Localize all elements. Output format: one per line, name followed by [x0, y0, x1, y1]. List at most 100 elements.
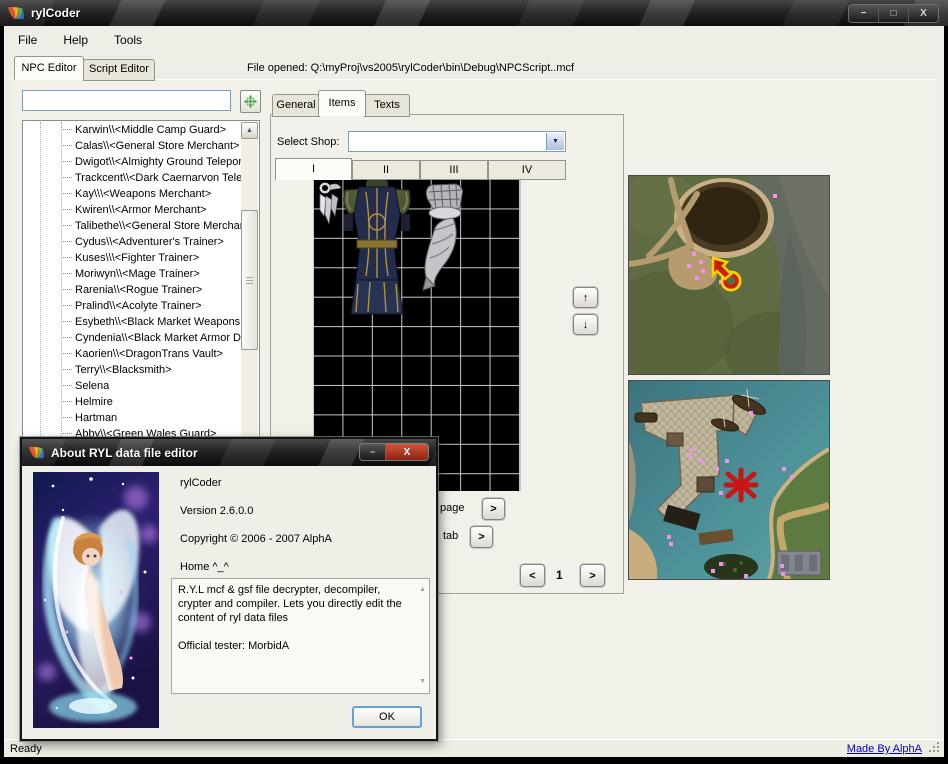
made-by-link[interactable]: Made By AlphA — [847, 743, 922, 755]
shop-select[interactable]: ▼ — [348, 131, 566, 152]
about-description-box[interactable]: R.Y.L mcf & gsf file decrypter, decompil… — [171, 578, 430, 694]
shop-tab-1[interactable]: I — [275, 158, 352, 180]
tab-texts[interactable]: Texts — [364, 94, 410, 117]
npc-tree-item[interactable]: Trackcent\\<Dark Caernarvon Tele — [24, 170, 242, 186]
about-version: Version 2.6.0.0 — [180, 505, 253, 517]
about-character-image — [33, 472, 159, 728]
maximize-button[interactable]: □ — [878, 5, 908, 22]
copy-tab-next-button[interactable]: > — [470, 526, 493, 548]
about-description: R.Y.L mcf & gsf file decrypter, decompil… — [178, 583, 415, 625]
titlebar[interactable]: rylCoder — [0, 0, 948, 26]
npc-tree-item[interactable]: Kwiren\\<Armor Merchant> — [24, 202, 242, 218]
app-logo-icon — [28, 446, 45, 460]
npc-tree-item[interactable]: Dwigot\\<Almighty Ground Teleport — [24, 154, 242, 170]
menu-bar: File Help Tools — [14, 31, 146, 49]
shop-tab-2[interactable]: II — [352, 160, 420, 180]
tab-npc-editor[interactable]: NPC Editor — [14, 56, 84, 80]
npc-tree-item-label: Helmire — [75, 396, 113, 408]
npc-tree-item[interactable]: Kay\\\<Weapons Merchant> — [24, 186, 242, 202]
app-window: rylCoder − □ X FileHelpTools NPC Editor … — [0, 0, 948, 764]
menu-item[interactable]: File — [14, 31, 41, 49]
scroll-up-icon[interactable]: ▲ — [419, 583, 426, 597]
tree-connector-icon — [61, 209, 72, 213]
page-number: 1 — [556, 568, 563, 582]
npc-tree-item-label: Kuses\\\<Fighter Trainer> — [75, 252, 199, 264]
ok-button[interactable]: OK — [352, 706, 422, 728]
scroll-down-icon[interactable]: ▼ — [419, 675, 426, 689]
about-close-button[interactable]: X — [385, 444, 428, 460]
tree-connector-icon — [61, 369, 72, 373]
npc-tree-item-label: Esybeth\\<Black Market Weapons I — [75, 316, 242, 328]
about-minimize-button[interactable]: − — [360, 444, 385, 460]
npc-tree-item[interactable]: Moriwyn\\<Mage Trainer> — [24, 266, 242, 282]
resize-grip[interactable] — [937, 742, 939, 744]
tab-script-editor[interactable]: Script Editor — [83, 59, 155, 81]
map-terrain-image[interactable] — [628, 175, 830, 375]
map-harbor-image[interactable] — [628, 380, 830, 580]
npc-tree-item[interactable]: Selena — [24, 378, 242, 394]
npc-tree-item-label: Cydus\\<Adventurer's Trainer> — [75, 236, 224, 248]
npc-tree-item[interactable]: Helmire — [24, 394, 242, 410]
npc-tree-item[interactable]: Cyndenia\\<Black Market Armor De — [24, 330, 242, 346]
tree-connector-icon — [61, 273, 72, 277]
npc-tree-item-label: Dwigot\\<Almighty Ground Teleport — [75, 156, 242, 168]
npc-tree-item[interactable]: Kuses\\\<Fighter Trainer> — [24, 250, 242, 266]
npc-tree-item[interactable]: Talibethe\\<General Store Merchan — [24, 218, 242, 234]
tree-connector-icon — [61, 193, 72, 197]
tab-items[interactable]: Items — [318, 90, 366, 116]
app-logo-icon — [7, 6, 25, 21]
scroll-up-button[interactable]: ▲ — [241, 122, 258, 139]
tab-general[interactable]: General — [272, 94, 320, 117]
move-up-button[interactable]: ↑ — [573, 287, 598, 308]
tree-connector-icon — [61, 337, 72, 341]
tree-connector-icon — [61, 177, 72, 181]
item-armor-image[interactable] — [342, 180, 412, 315]
about-app-name: rylCoder — [180, 477, 222, 489]
npc-tree-item[interactable]: Karwin\\<Middle Camp Guard> — [24, 122, 242, 138]
item-gauntlet-image[interactable] — [421, 182, 467, 294]
npc-search-input[interactable] — [22, 90, 231, 111]
copy-page-next-button[interactable]: > — [482, 498, 505, 520]
npc-tree-item[interactable]: Hartman — [24, 410, 242, 426]
up-arrow-icon: ↑ — [583, 292, 589, 304]
menu-item[interactable]: Tools — [110, 31, 146, 49]
about-home-link[interactable]: Home ^_^ — [180, 561, 229, 573]
npc-tree-item-label: Trackcent\\<Dark Caernarvon Tele — [75, 172, 242, 184]
shop-tab-3[interactable]: III — [420, 160, 488, 180]
window-title: rylCoder — [31, 6, 80, 20]
about-dialog-title: About RYL data file editor — [51, 446, 198, 460]
npc-tree-item[interactable]: Kaorien\\<DragonTrans Vault> — [24, 346, 242, 362]
prev-page-button[interactable]: < — [520, 564, 545, 587]
npc-tree-item[interactable]: Esybeth\\<Black Market Weapons I — [24, 314, 242, 330]
menu-item[interactable]: Help — [59, 31, 92, 49]
npc-tree-item-label: Kaorien\\<DragonTrans Vault> — [75, 348, 223, 360]
npc-tree-item[interactable]: Pralind\\<Acolyte Trainer> — [24, 298, 242, 314]
close-button[interactable]: X — [908, 5, 938, 22]
npc-tree-item[interactable]: Terry\\<Blacksmith> — [24, 362, 242, 378]
move-down-button[interactable]: ↓ — [573, 314, 598, 335]
about-dialog: About RYL data file editor − X — [20, 437, 438, 741]
chevron-down-icon[interactable]: ▼ — [546, 133, 564, 150]
npc-tree-item-label: Selena — [75, 380, 109, 392]
tree-connector-icon — [61, 385, 72, 389]
npc-tree-item[interactable]: Rarenia\\<Rogue Trainer> — [24, 282, 242, 298]
npc-tree-item[interactable]: Cydus\\<Adventurer's Trainer> — [24, 234, 242, 250]
item-pendant-image[interactable] — [316, 182, 342, 236]
tree-connector-icon — [61, 129, 72, 133]
tree-connector-icon — [61, 289, 72, 293]
map-marker-asterisk — [726, 470, 756, 500]
status-bar: Ready Made By AlphA — [4, 739, 944, 757]
search-add-button[interactable] — [240, 90, 261, 113]
npc-tree-item-label: Moriwyn\\<Mage Trainer> — [75, 268, 200, 280]
tree-connector-icon — [61, 257, 72, 261]
scroll-thumb[interactable] — [241, 210, 258, 350]
tree-connector-icon — [61, 241, 72, 245]
down-arrow-icon: ↓ — [583, 319, 589, 331]
select-shop-label: Select Shop: — [277, 136, 339, 148]
next-page-button[interactable]: > — [580, 564, 605, 587]
minimize-button[interactable]: − — [849, 5, 878, 22]
shop-tab-4[interactable]: IV — [488, 160, 566, 180]
npc-tree-item[interactable]: Calas\\<General Store Merchant> — [24, 138, 242, 154]
copy-page-label: page — [440, 502, 464, 514]
tree-connector-icon — [61, 401, 72, 405]
